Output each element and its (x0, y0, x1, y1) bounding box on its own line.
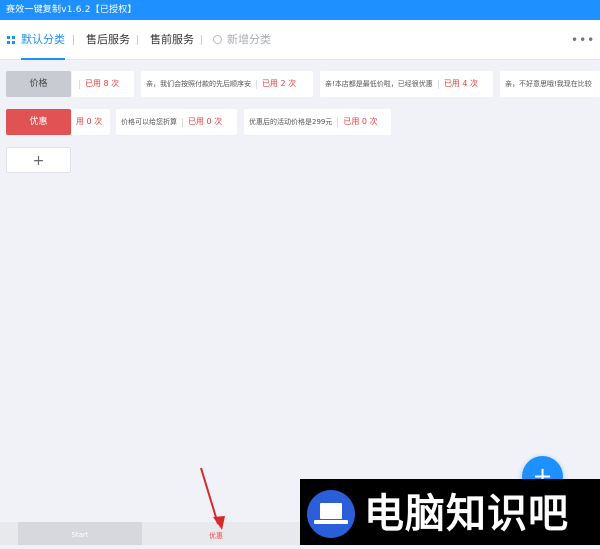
more-icon[interactable]: ••• (571, 34, 595, 46)
active-tab-indicator (21, 58, 65, 60)
phrase-card[interactable]: 用 0 次 (72, 109, 110, 135)
category-tabbar: 默认分类 售后服务 售前服务 新增分类 ••• (0, 20, 600, 60)
monitor-screen-shape (320, 503, 342, 519)
phrase-text: 亲，不好意思哦!我现在比较 (505, 80, 592, 88)
tab-divider (201, 35, 202, 45)
usage-count: 已用 4 次 (443, 79, 478, 88)
phrase-card[interactable]: 价格可以给您折算 已用 0 次 (116, 109, 237, 135)
add-row-button[interactable]: + (6, 147, 71, 173)
phrase-text: 优惠后的活动价格是299元 (249, 118, 333, 126)
row-label-discount[interactable]: 优惠 (6, 109, 71, 135)
tab-divider (137, 35, 138, 45)
monitor-stand-shape (314, 520, 348, 524)
phrase-card[interactable]: 优惠后的活动价格是299元 已用 0 次 (244, 109, 391, 135)
card-divider (337, 117, 339, 127)
tab-pre-sales[interactable]: 售前服务 (150, 20, 194, 60)
usage-count: 已用 0 次 (343, 117, 378, 126)
tab-divider (73, 35, 74, 45)
card-divider (437, 79, 439, 89)
phrase-card[interactable]: 亲，不好意思哦!我现在比较 (500, 71, 600, 97)
usage-count: 已用 8 次 (85, 79, 120, 88)
card-divider (256, 79, 257, 89)
tab-default-category[interactable]: 默认分类 (21, 20, 65, 60)
usage-count: 用 0 次 (76, 117, 103, 126)
window-title: 赛效一键复制v1.6.2【已授权】 (0, 0, 600, 20)
phrase-card[interactable]: 亲，我们会按照付款的先后顺序安 已用 2 次 (141, 71, 313, 97)
watermark-text: 电脑知识吧 (364, 491, 569, 537)
start-button[interactable]: Start (18, 522, 142, 545)
phrase-text: 亲!本店都是最低价啦，已经很优惠 (325, 80, 433, 88)
phrase-text: 价格可以给您折算 (121, 118, 177, 126)
tab-label: 默认分类 (21, 33, 65, 46)
bottom-active-label[interactable]: 优惠 (209, 531, 223, 541)
phrase-text: 亲，我们会按照付款的先后顺序安 (146, 80, 251, 88)
row-label-price[interactable]: 价格 (6, 71, 71, 97)
add-circle-icon (213, 35, 222, 44)
phrase-card[interactable]: 亲!本店都是最低价啦，已经很优惠 已用 4 次 (320, 71, 493, 97)
usage-count: 已用 0 次 (188, 117, 223, 126)
card-divider (182, 117, 183, 127)
usage-count: 已用 2 次 (262, 79, 297, 88)
tab-after-sales[interactable]: 售后服务 (86, 20, 130, 60)
new-category-tab[interactable]: 新增分类 (227, 20, 271, 60)
phrase-card[interactable]: 已用 8 次 (72, 71, 134, 97)
card-divider (79, 79, 80, 89)
grid-icon (7, 36, 15, 44)
